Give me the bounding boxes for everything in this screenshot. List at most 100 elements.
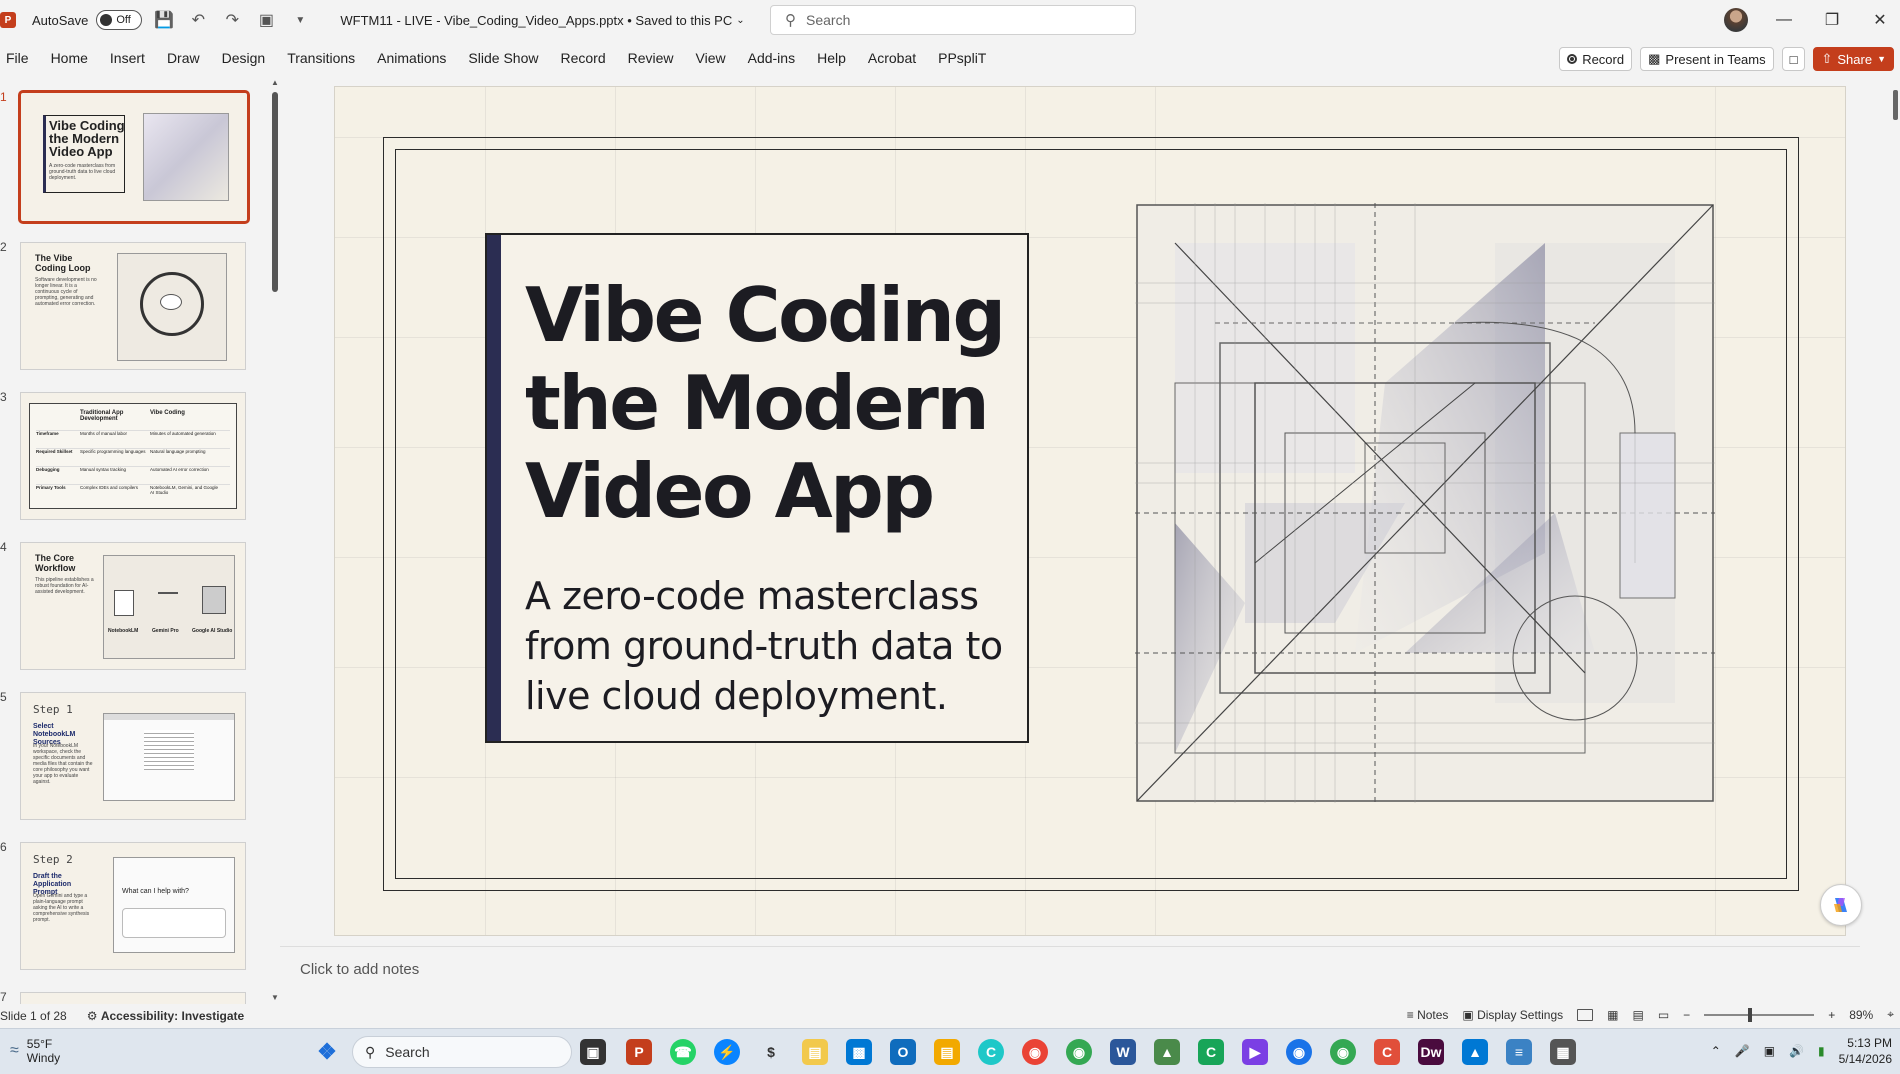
title-placeholder[interactable]: Vibe Coding the Modern Video App A zero-… — [485, 233, 1029, 743]
photos-icon[interactable]: ▲ — [1154, 1039, 1180, 1065]
slide-title[interactable]: Vibe Coding the Modern Video App — [525, 271, 1025, 535]
tab-animations[interactable]: Animations — [366, 50, 457, 66]
search-input[interactable]: ⚲ Search — [770, 5, 1136, 35]
slide-thumbnail-6[interactable]: 6 Step 2 Draft the Application Prompt Op… — [0, 840, 260, 976]
battery-icon[interactable]: ▮ — [1818, 1044, 1825, 1058]
display-icon[interactable]: ▣ — [1764, 1044, 1775, 1058]
normal-view-icon[interactable] — [1577, 1008, 1594, 1021]
word-icon[interactable]: W — [1110, 1039, 1136, 1065]
redo-icon[interactable]: ↷ — [220, 8, 244, 32]
accessibility-status[interactable]: ⚙ Accessibility: Investigate — [87, 1009, 244, 1023]
tab-help[interactable]: Help — [806, 50, 857, 66]
camtasia-icon[interactable]: C — [1198, 1039, 1224, 1065]
tab-add-ins[interactable]: Add-ins — [737, 50, 806, 66]
minimize-icon[interactable]: — — [1770, 8, 1798, 32]
video-app-icon[interactable]: ▶ — [1242, 1039, 1268, 1065]
slide-show-icon[interactable]: ▭ — [1658, 1008, 1669, 1022]
save-icon[interactable]: 💾 — [152, 8, 176, 32]
dreamweaver-icon[interactable]: Dw — [1418, 1039, 1444, 1065]
clock[interactable]: 5:13 PM 5/14/2026 — [1839, 1035, 1892, 1067]
chevron-down-icon: ▼ — [1877, 54, 1886, 64]
slide-scrollbar[interactable] — [1890, 86, 1900, 926]
slide-thumbnail-3[interactable]: 3 Traditional App Development Vibe Codin… — [0, 390, 260, 526]
comments-button[interactable]: □ — [1781, 47, 1806, 71]
chrome-profile-icon[interactable]: ◉ — [1066, 1039, 1092, 1065]
close-icon[interactable]: ✕ — [1866, 8, 1894, 32]
slide-thumbnail-5[interactable]: 5 Step 1 Select NotebookLM Sources In yo… — [0, 690, 260, 826]
present-from-start-icon[interactable]: ▣ — [254, 8, 278, 32]
volume-icon[interactable]: 🔊 — [1789, 1044, 1804, 1058]
slide-thumbnail-2[interactable]: 2 The Vibe Coding Loop Software developm… — [0, 240, 260, 376]
weather-widget[interactable]: ≈ 55°F Windy — [10, 1037, 60, 1065]
notes-button[interactable]: ≡ Notes — [1407, 1008, 1449, 1022]
tab-view[interactable]: View — [685, 50, 737, 66]
tab-draw[interactable]: Draw — [156, 50, 211, 66]
notes-pane[interactable]: Click to add notes — [280, 946, 1860, 992]
task-view-icon[interactable]: ▣ — [580, 1039, 606, 1065]
slide-thumbnail-1[interactable]: 1 Vibe Coding the Modern Video App A zer… — [0, 90, 260, 226]
document-title[interactable]: WFTM11 - LIVE - Vibe_Coding_Video_Apps.p… — [340, 13, 744, 28]
messenger-icon[interactable]: ⚡ — [714, 1039, 740, 1065]
scroll-down-icon[interactable]: ▼ — [270, 993, 280, 1002]
dollar-app-icon[interactable]: $ — [758, 1039, 784, 1065]
powerpoint-app-icon[interactable]: P — [626, 1039, 652, 1065]
capcut-icon[interactable]: C — [1374, 1039, 1400, 1065]
calculator-icon[interactable]: ▦ — [1550, 1039, 1576, 1065]
outlook-icon[interactable]: O — [890, 1039, 916, 1065]
slide-thumbnail-4[interactable]: 4 The Core Workflow This pipeline establ… — [0, 540, 260, 676]
autosave-toggle[interactable]: Off — [96, 10, 143, 30]
tab-home[interactable]: Home — [40, 50, 99, 66]
zoom-out-icon[interactable]: − — [1683, 1008, 1690, 1022]
start-icon[interactable]: ❖ — [314, 1039, 340, 1065]
chrome-alt-icon[interactable]: ◉ — [1286, 1039, 1312, 1065]
tab-record[interactable]: Record — [549, 50, 616, 66]
tab-slide-show[interactable]: Slide Show — [457, 50, 549, 66]
tab-file[interactable]: File — [0, 50, 40, 66]
share-button[interactable]: ⇧ Share ▼ — [1813, 47, 1894, 71]
tab-design[interactable]: Design — [211, 50, 277, 66]
notes-placeholder[interactable]: Click to add notes — [300, 961, 419, 978]
chrome-alt2-icon[interactable]: ◉ — [1330, 1039, 1356, 1065]
zoom-slider[interactable] — [1704, 1007, 1815, 1022]
thumbnail-scrollbar[interactable]: ▲ ▼ — [270, 78, 280, 1004]
display-settings-button[interactable]: ▣ Display Settings — [1462, 1008, 1563, 1022]
scrollbar-thumb[interactable] — [272, 92, 278, 292]
tab-acrobat[interactable]: Acrobat — [857, 50, 927, 66]
comment-icon: □ — [1789, 51, 1798, 67]
microphone-icon[interactable]: 🎤 — [1735, 1044, 1750, 1058]
tab-review[interactable]: Review — [617, 50, 685, 66]
app-icon[interactable]: C — [978, 1039, 1004, 1065]
scroll-up-icon[interactable]: ▲ — [270, 78, 280, 87]
fit-to-window-icon[interactable]: ⌖ — [1887, 1007, 1894, 1022]
geometric-illustration[interactable] — [1135, 203, 1715, 803]
reading-view-icon[interactable]: ▤ — [1632, 1008, 1643, 1022]
slide-subtitle[interactable]: A zero-code masterclass from ground-trut… — [525, 571, 1005, 721]
zoom-level[interactable]: 89% — [1849, 1008, 1873, 1022]
tab-transitions[interactable]: Transitions — [276, 50, 366, 66]
taskbar-search[interactable]: ⚲ Search — [352, 1036, 572, 1068]
undo-icon[interactable]: ↶ — [186, 8, 210, 32]
slide-sorter-icon[interactable]: ▦ — [1607, 1008, 1618, 1022]
notepad-icon[interactable]: ≡ — [1506, 1039, 1532, 1065]
chevron-up-icon[interactable]: ⌃ — [1711, 1044, 1721, 1058]
copilot-button[interactable] — [1820, 884, 1862, 926]
record-button[interactable]: Record — [1559, 47, 1633, 71]
zoom-in-icon[interactable]: + — [1828, 1008, 1835, 1022]
record-button-label: Record — [1582, 51, 1625, 67]
tab-insert[interactable]: Insert — [99, 50, 156, 66]
chrome-icon[interactable]: ◉ — [1022, 1039, 1048, 1065]
remote-desktop-icon[interactable]: ▩ — [846, 1039, 872, 1065]
present-in-teams-button[interactable]: ▩ Present in Teams — [1640, 47, 1774, 71]
customize-toolbar-icon[interactable]: ▼ — [288, 8, 312, 32]
tab-ppsplit[interactable]: PPspliT — [927, 50, 997, 66]
restore-icon[interactable]: ❐ — [1818, 8, 1846, 32]
whatsapp-icon[interactable]: ☎ — [670, 1039, 696, 1065]
scrollbar-thumb[interactable] — [1893, 90, 1898, 120]
folder-icon[interactable]: ▤ — [934, 1039, 960, 1065]
slide-thumbnail-7[interactable]: 7 — [0, 990, 260, 1004]
slide-canvas[interactable]: Vibe Coding the Modern Video App A zero-… — [334, 86, 1846, 936]
avatar[interactable] — [1724, 8, 1748, 32]
file-explorer-icon[interactable]: ▤ — [802, 1039, 828, 1065]
store-icon[interactable]: ▲ — [1462, 1039, 1488, 1065]
status-bar: Slide 1 of 28 ⚙ Accessibility: Investiga… — [0, 1004, 1900, 1028]
